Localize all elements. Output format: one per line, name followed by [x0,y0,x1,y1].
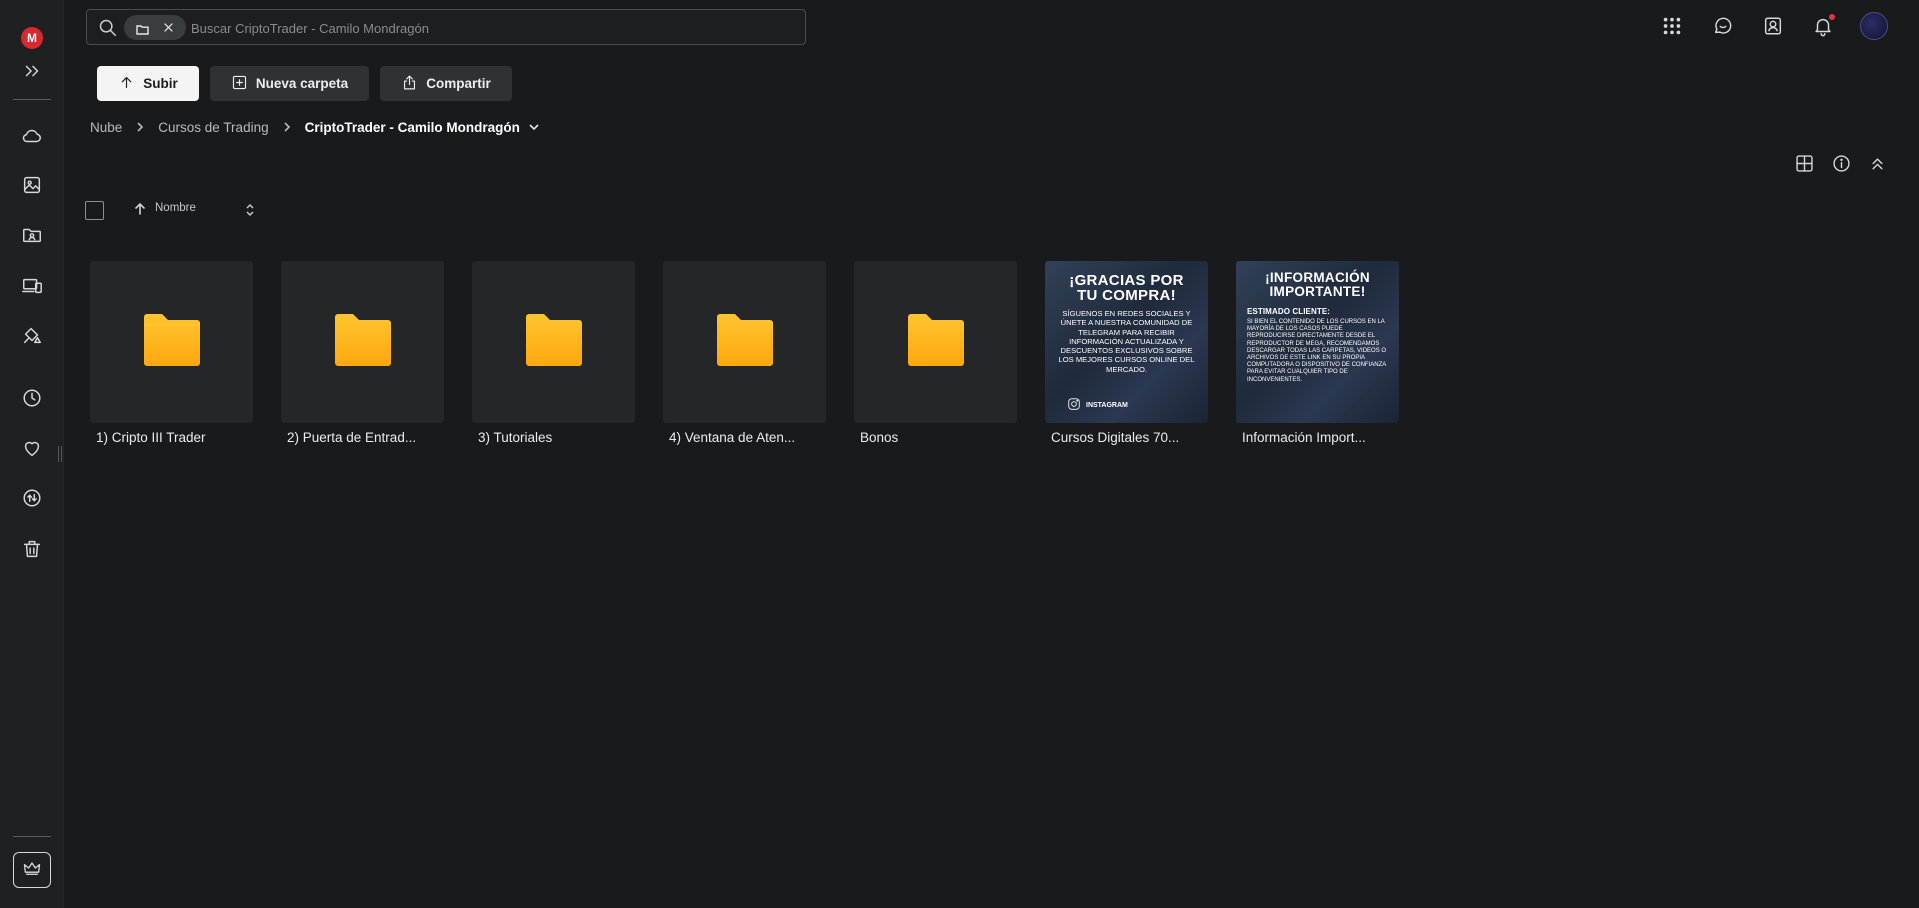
poster-title: ¡GRACIAS POR [1069,272,1184,289]
folder-scope-chip[interactable] [124,15,186,40]
chat-icon[interactable] [1709,12,1737,40]
upgrade-button[interactable] [13,852,51,888]
breadcrumb-item-cloud[interactable]: Nube [90,120,122,135]
chevron-down-icon[interactable] [528,121,540,133]
left-sidebar: M [0,0,64,908]
breadcrumb: Nube Cursos de Trading CriptoTrader - Ca… [90,117,540,137]
collapse-up-icon[interactable] [1865,151,1889,175]
image-item[interactable]: ¡INFORMACIÓN IMPORTANTE! ESTIMADO CLIENT… [1236,261,1399,445]
close-icon[interactable] [160,19,177,36]
transfers-icon[interactable] [12,478,52,518]
arrow-up-icon[interactable] [133,202,147,216]
folder-item[interactable]: 4) Ventana de Aten... [663,261,826,445]
folder-icon [715,313,775,372]
chevron-right-icon [281,121,293,133]
mega-logo-letter: M [27,31,37,45]
instagram-label: INSTAGRAM [1086,401,1128,409]
item-name: Información Import... [1242,430,1366,445]
arrow-up-icon [118,74,135,94]
select-all-checkbox[interactable] [85,201,104,220]
notifications-icon[interactable] [1809,12,1837,40]
folder-thumbnail[interactable] [472,261,635,423]
upload-label: Subir [143,76,178,91]
favourites-icon[interactable] [12,428,52,468]
share-icon [401,74,418,94]
folder-icon [906,313,966,372]
photos-icon[interactable] [12,165,52,205]
search-icon[interactable] [97,17,118,38]
item-name: Cursos Digitales 70... [1051,430,1180,445]
sidebar-resize-handle[interactable] [58,446,62,462]
grid-view-icon[interactable] [1792,151,1816,175]
instagram-icon [1067,397,1081,413]
sort-toggle-icon[interactable] [244,201,256,219]
shared-items-icon[interactable] [12,215,52,255]
poster-body: SÍGUENOS EN REDES SOCIALES Y ÚNETE A NUE… [1058,309,1195,374]
folder-item[interactable]: 3) Tutoriales [472,261,635,445]
image-thumbnail[interactable]: ¡INFORMACIÓN IMPORTANTE! ESTIMADO CLIENT… [1236,261,1399,423]
folder-icon [333,313,393,372]
item-name: 3) Tutoriales [478,430,553,445]
new-folder-label: Nueva carpeta [255,76,349,91]
upload-button[interactable]: Subir [97,66,199,101]
info-icon[interactable] [1829,151,1853,175]
item-name: 1) Cripto III Trader [96,430,206,445]
item-name: Bonos [860,430,899,445]
item-name: 4) Ventana de Aten... [669,430,796,445]
item-name: 2) Puerta de Entrad... [287,430,417,445]
image-thumbnail[interactable]: ¡GRACIAS POR TU COMPRA! SÍGUENOS EN REDE… [1045,261,1208,423]
breadcrumb-item-trading-courses[interactable]: Cursos de Trading [158,120,268,135]
share-label: Compartir [426,76,491,91]
contacts-icon[interactable] [1759,12,1787,40]
folder-item[interactable]: 1) Cripto III Trader [90,261,253,445]
mega-logo[interactable]: M [21,27,43,49]
poster-body: SI BIEN EL CONTENIDO DE LOS CURSOS EN LA… [1247,319,1387,383]
share-button[interactable]: Compartir [380,66,512,101]
image-item[interactable]: ¡GRACIAS POR TU COMPRA! SÍGUENOS EN REDE… [1045,261,1208,445]
sidebar-divider [13,99,51,100]
add-folder-icon [231,74,248,94]
search-bar [86,9,806,45]
folder-thumbnail[interactable] [281,261,444,423]
rubbish-settings-icon[interactable] [12,315,52,355]
thank-you-poster: ¡GRACIAS POR TU COMPRA! SÍGUENOS EN REDE… [1045,261,1208,423]
sidebar-divider-bottom [13,836,51,837]
important-info-poster: ¡INFORMACIÓN IMPORTANTE! ESTIMADO CLIENT… [1236,261,1399,423]
folder-icon [524,313,584,372]
folder-thumbnail[interactable] [854,261,1017,423]
sort-label[interactable]: Nombre [155,202,196,214]
instagram-row: INSTAGRAM [1067,397,1128,413]
folder-icon [136,22,149,35]
recents-icon[interactable] [12,378,52,418]
crown-icon [22,858,42,883]
new-folder-button[interactable]: Nueva carpeta [210,66,369,101]
folder-item[interactable]: 2) Puerta de Entrad... [281,261,444,445]
poster-title: TU COMPRA! [1077,287,1176,304]
devices-icon[interactable] [12,266,52,306]
rubbish-bin-icon[interactable] [12,529,52,569]
poster-title: IMPORTANTE! [1269,283,1366,299]
folder-icon [142,313,202,372]
poster-title: ¡INFORMACIÓN [1265,270,1370,285]
folder-thumbnail[interactable] [90,261,253,423]
folder-item[interactable]: Bonos [854,261,1017,445]
cloud-drive-icon[interactable] [12,116,52,156]
search-input[interactable] [191,16,791,40]
breadcrumb-current: CriptoTrader - Camilo Mondragón [304,119,520,135]
apps-grid-icon[interactable] [1658,12,1686,40]
avatar[interactable] [1860,12,1888,40]
folder-thumbnail[interactable] [663,261,826,423]
chevron-right-icon [134,121,146,133]
expand-sidebar-icon[interactable] [12,51,52,91]
poster-subtitle: ESTIMADO CLIENTE: [1247,307,1331,316]
notification-badge [1829,14,1835,20]
